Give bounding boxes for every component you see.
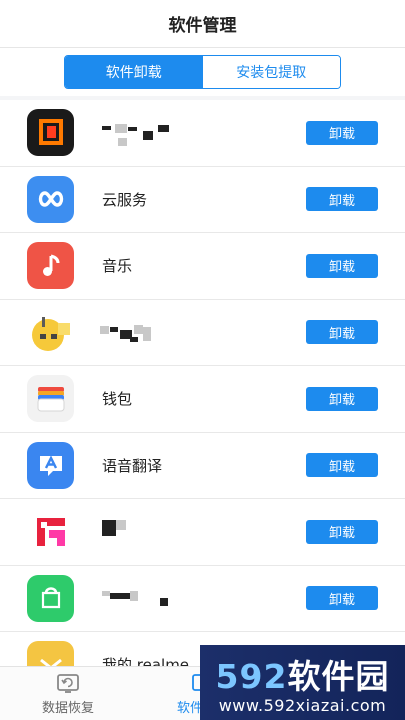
app-list[interactable]: 卸载 云服务 卸载 音乐 卸载 卸载 钱包 卸载 语音翻译 卸载 卸载 卸载 我… <box>0 100 405 666</box>
recovery-icon <box>57 673 79 693</box>
list-item: 语音翻译 卸载 <box>0 433 405 499</box>
cloud-service-icon <box>27 175 74 223</box>
list-item: 卸载 <box>0 566 405 632</box>
tab-package-extract[interactable]: 安装包提取 <box>202 56 340 88</box>
watermark-number: 592 <box>215 657 288 696</box>
watermark-logo: 592软件园 www.592xiazai.com <box>200 645 405 720</box>
app-name: 钱包 <box>102 390 133 409</box>
music-note-icon <box>27 242 74 290</box>
tab-uninstall[interactable]: 软件卸载 <box>65 56 203 88</box>
my-realme-icon <box>27 641 74 666</box>
app-name: 语音翻译 <box>102 456 163 475</box>
wallet-icon <box>27 375 74 423</box>
tab-data-recovery[interactable]: 数据恢复 <box>3 667 133 720</box>
uninstall-button[interactable]: 卸载 <box>306 120 378 145</box>
app-name: 云服务 <box>102 190 148 209</box>
list-item: 卸载 <box>0 499 405 566</box>
list-item: 云服务 卸载 <box>0 167 405 233</box>
app-name: 我的 realme <box>102 656 190 666</box>
app-name: 音乐 <box>102 257 133 276</box>
uninstall-button[interactable]: 卸载 <box>306 253 378 278</box>
uninstall-button[interactable]: 卸载 <box>306 453 378 478</box>
list-item: 钱包 卸载 <box>0 366 405 433</box>
tab-label: 数据恢复 <box>41 700 94 716</box>
list-item: 音乐 卸载 <box>0 233 405 300</box>
red-pink-app-icon <box>27 508 74 556</box>
uninstall-button[interactable]: 卸载 <box>306 187 378 212</box>
watermark-url: www.592xiazai.com <box>218 696 387 715</box>
list-item: 卸载 <box>0 100 405 167</box>
yellow-house-app-icon <box>27 309 74 356</box>
uninstall-button[interactable]: 卸载 <box>306 586 378 611</box>
uninstall-button[interactable]: 卸载 <box>306 320 378 345</box>
uninstall-button[interactable]: 卸载 <box>306 386 378 411</box>
header-bar: 软件管理 <box>0 0 405 48</box>
uninstall-button[interactable]: 卸载 <box>306 519 378 544</box>
green-bag-app-icon <box>27 574 74 622</box>
list-item: 卸载 <box>0 300 405 366</box>
watermark-brand: 软件园 <box>287 657 390 696</box>
segmented-control: 软件卸载 安装包提取 <box>64 55 341 89</box>
translate-icon <box>27 441 74 489</box>
orange-frame-app-icon <box>27 109 74 157</box>
page-title: 软件管理 <box>168 16 237 36</box>
segment-bar: 软件卸载 安装包提取 <box>0 48 405 96</box>
